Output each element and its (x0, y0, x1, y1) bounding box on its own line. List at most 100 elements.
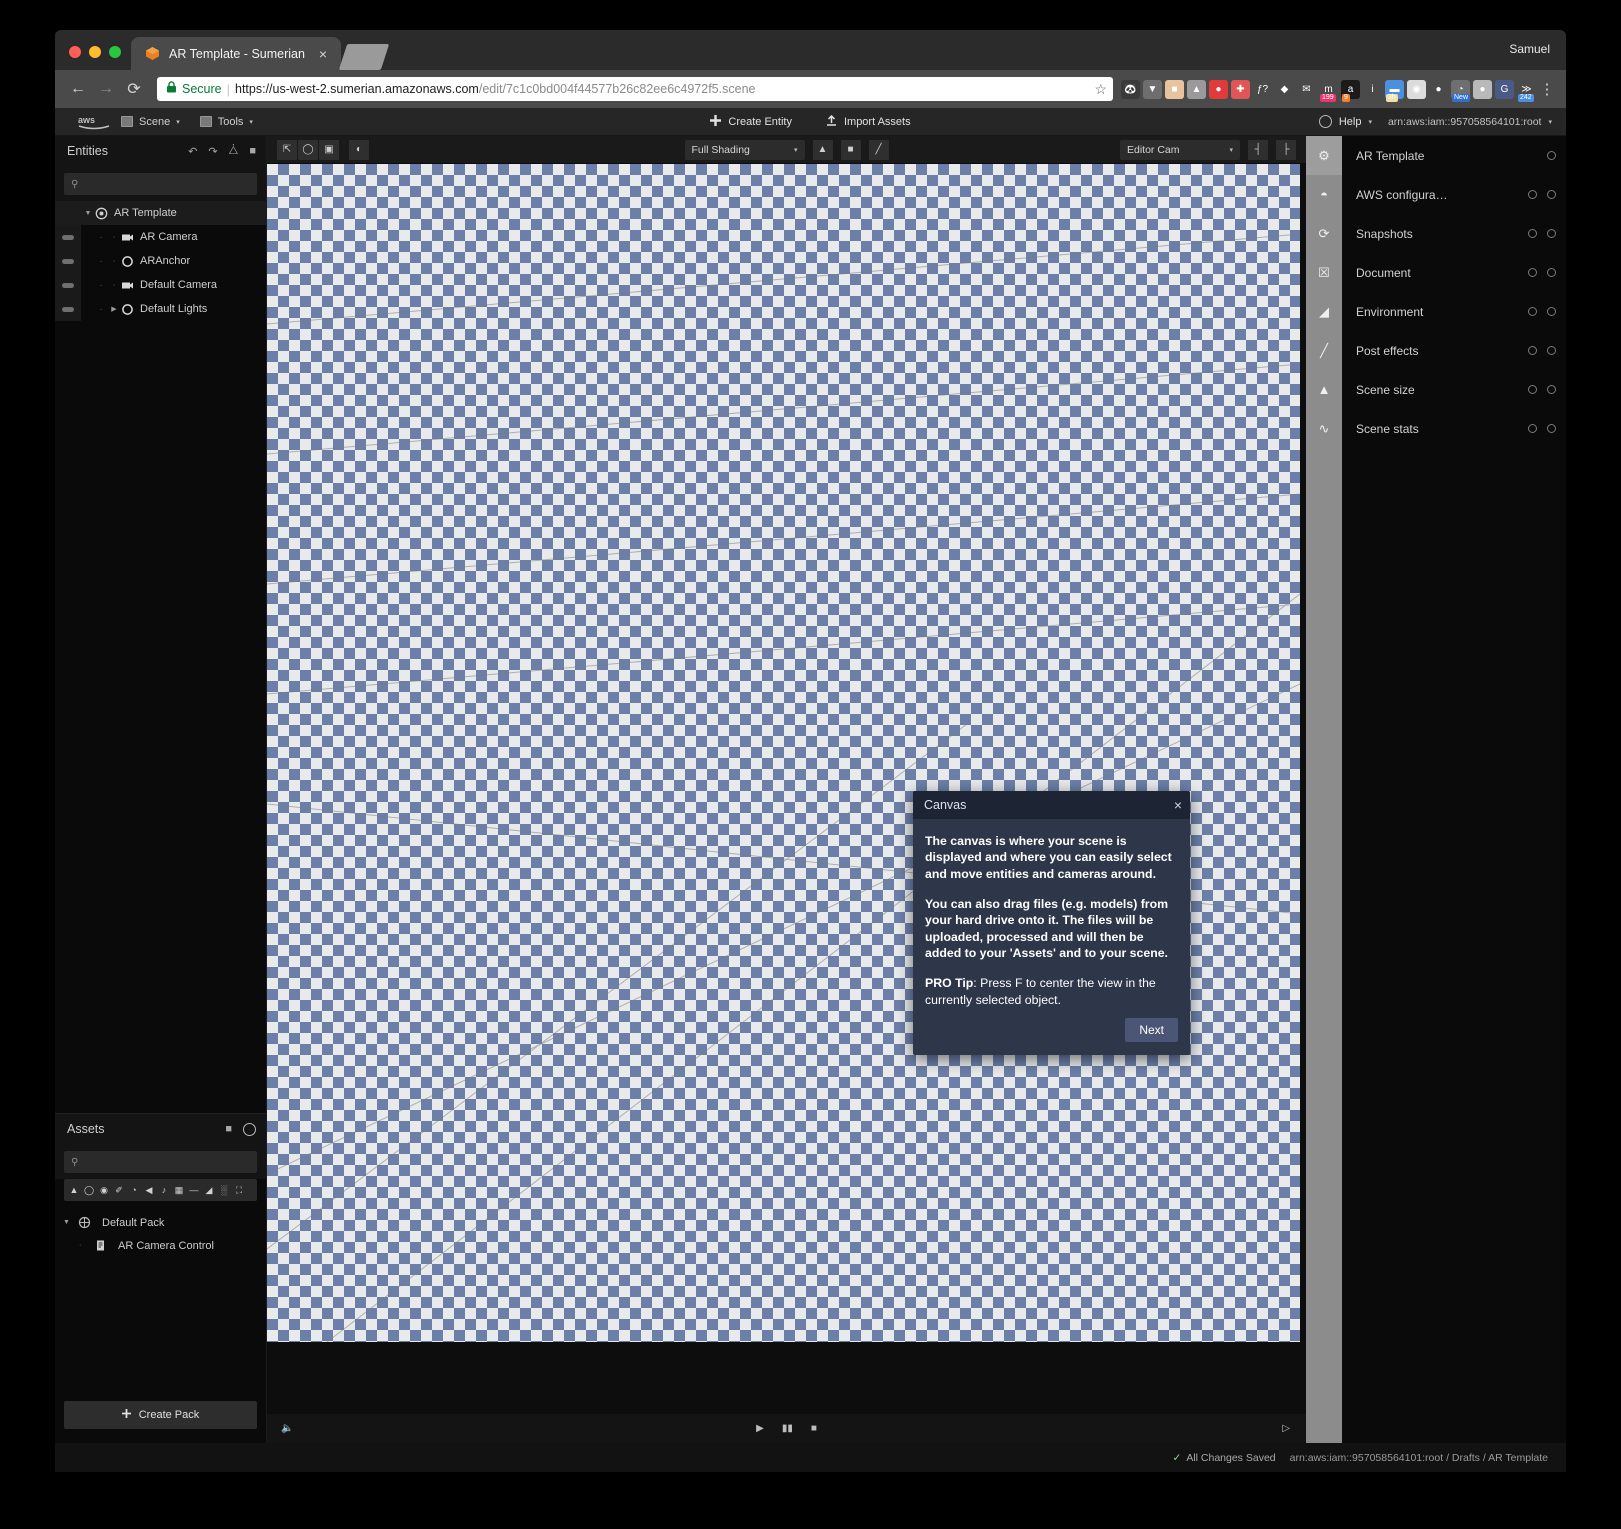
function-extension-icon[interactable]: ƒ? (1253, 80, 1272, 99)
undo-icon[interactable]: ↶ (188, 145, 197, 158)
mail-extension-icon[interactable]: ✉ (1297, 80, 1316, 99)
gizmo-icon[interactable]: ◐ (349, 139, 369, 160)
chevron-right-icon[interactable]: · (107, 234, 121, 241)
eye-icon[interactable] (1528, 424, 1537, 433)
panda-extension-icon[interactable]: 🐼 (1121, 79, 1140, 99)
browser-menu-icon[interactable]: ⋮ (1538, 82, 1556, 97)
visibility-toggle[interactable] (55, 225, 81, 249)
entity-ar-camera[interactable]: · · AR Camera (55, 225, 266, 249)
entity-aranchor[interactable]: · · ARAnchor (55, 249, 266, 273)
help-circle-icon[interactable] (1547, 229, 1556, 238)
duplicate-icon[interactable]: ⧊ (229, 145, 239, 158)
camera-select[interactable]: Editor Cam ▾ (1120, 139, 1240, 160)
stop-button[interactable]: ■ (811, 1423, 817, 1434)
panel-ar-template[interactable]: AR Template (1342, 136, 1566, 175)
create-entity-button[interactable]: Create Entity (710, 114, 792, 129)
profile-name[interactable]: Samuel (1509, 42, 1550, 56)
trash-icon[interactable]: ■ (249, 145, 256, 157)
pencil-icon[interactable]: ╱ (868, 139, 889, 160)
camera-extension-icon[interactable]: ◉ (1407, 79, 1426, 99)
evernote-extension-icon[interactable]: ● (1429, 80, 1448, 99)
canvas-viewport[interactable]: Canvas × The canvas is where your scene … (267, 164, 1306, 1413)
rail-history-icon[interactable]: ⟳ (1306, 214, 1342, 253)
redo-icon[interactable]: ↷ (208, 145, 217, 158)
eye-icon[interactable] (1528, 268, 1537, 277)
help-circle-icon[interactable] (1547, 385, 1556, 394)
chevron-right-icon[interactable]: · (79, 1242, 89, 1249)
help-menu[interactable]: Help ▾ (1318, 115, 1372, 128)
robot-extension-icon[interactable]: ■ (1165, 79, 1184, 99)
tabs-extension-icon[interactable]: ▬ 3h (1385, 79, 1404, 102)
mountain-icon[interactable]: ▲ (812, 139, 833, 160)
google-extension-icon[interactable]: G (1495, 79, 1514, 99)
rail-wand-icon[interactable]: ╱ (1306, 331, 1342, 370)
entity-default-camera[interactable]: · · Default Camera (55, 273, 266, 297)
browser-tab[interactable]: AR Template - Sumerian × (131, 37, 341, 70)
chevron-down-icon[interactable]: ▼ (81, 210, 95, 217)
animation-icon[interactable]: ♪ (157, 1183, 171, 1197)
rail-environment-icon[interactable]: ◢ (1306, 292, 1342, 331)
chevron-right-icon[interactable]: ▶ (107, 305, 121, 313)
preview-play-icon[interactable]: ▷ (1282, 1423, 1306, 1434)
help-circle-icon[interactable] (1547, 151, 1556, 160)
texture-icon[interactable]: ▦ (172, 1183, 186, 1197)
diamond-extension-icon[interactable]: ◆ (1275, 80, 1294, 99)
fit-right-icon[interactable]: ├ (1276, 139, 1296, 160)
trash-icon[interactable]: ■ (840, 139, 861, 160)
cursor-icon[interactable]: ⇱ (277, 139, 297, 160)
assets-search-input[interactable] (84, 1156, 250, 1168)
new-tab-button[interactable] (338, 44, 390, 70)
eye-icon[interactable] (1528, 385, 1537, 394)
rotate-icon[interactable]: ◯ (298, 139, 318, 160)
back-icon[interactable]: ← (65, 76, 91, 102)
entities-search-input[interactable] (84, 178, 250, 190)
eye-icon[interactable] (1528, 307, 1537, 316)
panel-snapshots[interactable]: Snapshots (1342, 214, 1566, 253)
sound-icon[interactable]: ◔ (127, 1183, 141, 1197)
bookmark-star-icon[interactable]: ☆ (1088, 81, 1107, 98)
info-extension-icon[interactable]: i (1363, 80, 1382, 99)
account-arn-menu[interactable]: arn:aws:iam::957058564101:root ▾ (1388, 116, 1552, 128)
rail-document-icon[interactable]: ☒ (1306, 253, 1342, 292)
panel-scene-size[interactable]: Scene size (1342, 370, 1566, 409)
panel-environment[interactable]: Environment (1342, 292, 1566, 331)
speaker-mute-icon[interactable]: 🔈 (267, 1423, 293, 1434)
assets-search-box[interactable]: ⚲ (64, 1151, 257, 1173)
colorpicker-extension-icon[interactable]: ◔ New (1451, 79, 1471, 102)
canvas-checkerboard[interactable] (267, 164, 1300, 1342)
play-button[interactable]: ▶ (756, 1423, 764, 1434)
terrain-icon[interactable]: ◢ (202, 1183, 216, 1197)
scene-menu[interactable]: Scene ▾ (111, 108, 190, 136)
rail-cloud-icon[interactable]: ◓ (1306, 175, 1342, 214)
adblock-extension-icon[interactable]: ● (1209, 79, 1228, 99)
close-icon[interactable]: × (315, 47, 331, 61)
create-pack-button[interactable]: Create Pack (64, 1401, 257, 1429)
minimize-window-button[interactable] (89, 46, 101, 58)
expand-icon[interactable]: ⛶ (232, 1183, 246, 1197)
close-window-button[interactable] (69, 46, 81, 58)
geometry-icon[interactable]: ▲ (67, 1183, 81, 1197)
pause-button[interactable]: ▮▮ (782, 1423, 793, 1434)
panel-aws-configuration[interactable]: AWS configura… (1342, 175, 1566, 214)
eye-icon[interactable] (1528, 229, 1537, 238)
rail-size-icon[interactable]: ▲ (1306, 370, 1342, 409)
rail-gear-icon[interactable]: ⚙ (1306, 136, 1342, 175)
scale-icon[interactable]: ▣ (319, 139, 339, 160)
help-circle-icon[interactable] (1547, 424, 1556, 433)
cross-extension-icon[interactable]: ✚ (1231, 79, 1250, 99)
reload-icon[interactable]: ⟳ (121, 76, 147, 102)
help-circle-icon[interactable] (1547, 307, 1556, 316)
rail-stats-icon[interactable]: ∿ (1306, 409, 1342, 448)
import-assets-button[interactable]: Import Assets (826, 114, 911, 129)
visibility-toggle[interactable] (55, 297, 81, 321)
speaker-icon[interactable]: ◀ (142, 1183, 156, 1197)
eye-icon[interactable] (1528, 190, 1537, 199)
help-circle-icon[interactable] (1547, 190, 1556, 199)
asset-default-pack[interactable]: ▼ Default Pack (55, 1211, 266, 1234)
grid-icon[interactable]: ░ (217, 1183, 231, 1197)
tools-menu[interactable]: Tools ▾ (190, 108, 263, 136)
blob-extension-icon[interactable]: ● (1473, 79, 1492, 99)
panel-scene-stats[interactable]: Scene stats (1342, 409, 1566, 448)
url-bar[interactable]: Secure | https://us-west-2.sumerian.amaz… (157, 77, 1113, 101)
entities-search-box[interactable]: ⚲ (64, 173, 257, 195)
